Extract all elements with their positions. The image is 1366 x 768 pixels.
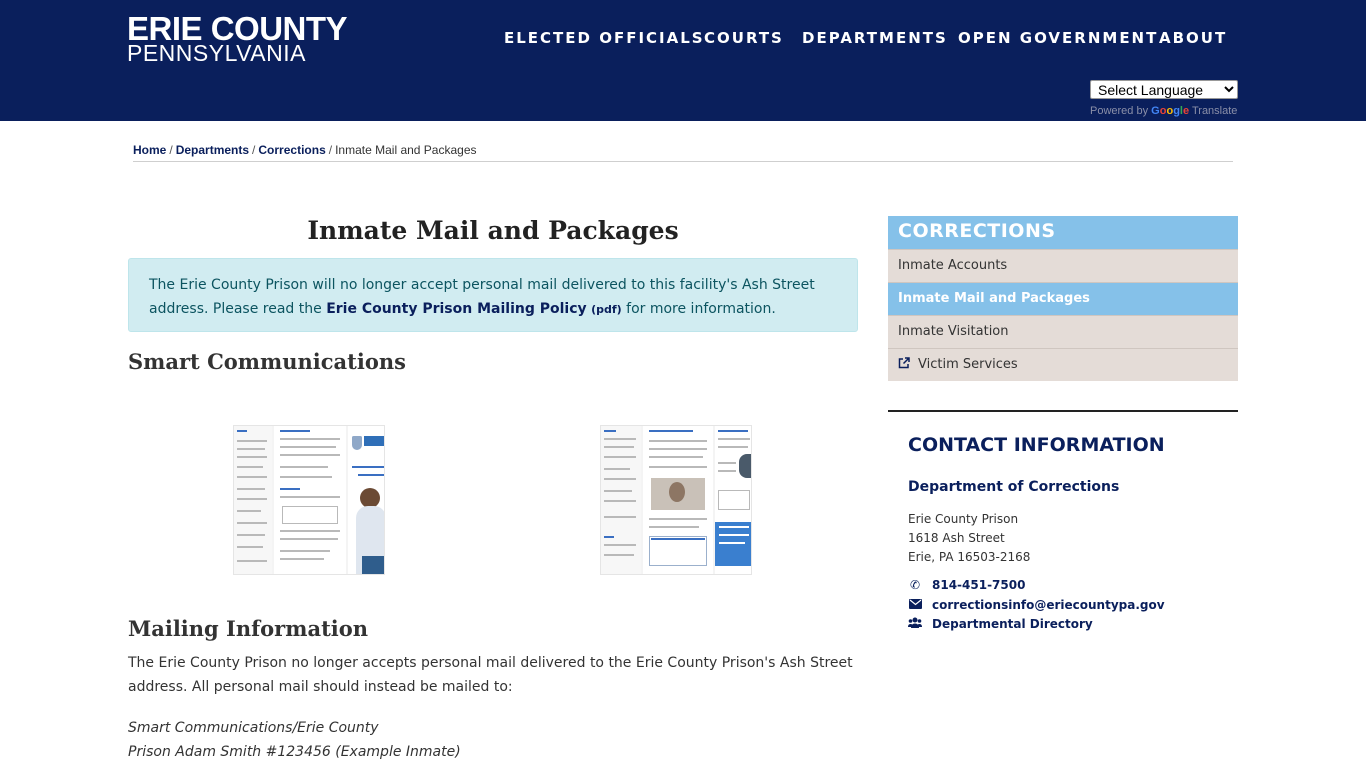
- nav-elected-officials[interactable]: ELECTED OFFICIALS: [504, 29, 705, 47]
- external-link-icon: [898, 357, 910, 369]
- breadcrumb-current: Inmate Mail and Packages: [335, 143, 477, 157]
- sidebar-item-victim-services[interactable]: Victim Services: [888, 348, 1238, 381]
- sidebar-item-inmate-accounts[interactable]: Inmate Accounts: [888, 249, 1238, 282]
- sidebar-item-label: Inmate Mail and Packages: [898, 291, 1090, 306]
- sidebar-divider: [888, 410, 1238, 412]
- nav-about[interactable]: ABOUT: [1159, 29, 1227, 47]
- google-logo: Google: [1151, 105, 1190, 117]
- contact-address-line: Erie, PA 16503-2168: [908, 550, 1031, 564]
- brochure-panel: [715, 426, 751, 574]
- nav-departments[interactable]: DEPARTMENTS: [802, 29, 948, 47]
- mailing-address-line: Smart Communications/Erie County: [128, 720, 379, 736]
- contact-address-line: Erie County Prison: [908, 512, 1019, 526]
- brochure-panel: [234, 426, 272, 574]
- powered-by-text: Powered by: [1090, 105, 1149, 117]
- alert-text-end: for more information.: [621, 301, 776, 317]
- brochure-cover: [348, 426, 384, 574]
- mailing-information-heading: Mailing Information: [128, 616, 369, 641]
- brochure-panel: [643, 426, 713, 574]
- nav-courts[interactable]: COURTS: [704, 29, 784, 47]
- brochure-image-back[interactable]: [600, 425, 752, 575]
- envelope-icon: [908, 598, 922, 612]
- breadcrumb-separator: /: [169, 143, 173, 157]
- sidebar-item-inmate-mail[interactable]: Inmate Mail and Packages: [888, 282, 1238, 315]
- contact-directory[interactable]: Departmental Directory: [908, 617, 1093, 631]
- language-select[interactable]: Select Language: [1090, 80, 1238, 99]
- contact-email[interactable]: correctionsinfo@eriecountypa.gov: [908, 598, 1165, 612]
- sidebar-item-label: Inmate Visitation: [898, 324, 1009, 339]
- breadcrumb-separator: /: [328, 143, 333, 157]
- phone-number: 814-451-7500: [932, 578, 1026, 592]
- nav-open-government[interactable]: OPEN GOVERNMENT: [958, 29, 1158, 47]
- department-name: Department of Corrections: [908, 479, 1120, 495]
- sidebar-heading[interactable]: CORRECTIONS: [888, 216, 1238, 249]
- site-header: ERIE COUNTY PENNSYLVANIA ELECTED OFFICIA…: [0, 0, 1366, 121]
- mailing-address: Smart Communications/Erie County Prison …: [128, 716, 858, 764]
- brochure-image-front[interactable]: [233, 425, 385, 575]
- directory-link: Departmental Directory: [932, 617, 1093, 631]
- brochure-panel: [274, 426, 346, 574]
- contact-information-heading: CONTACT INFORMATION: [908, 434, 1165, 456]
- mailing-policy-link[interactable]: Erie County Prison Mailing Policy: [326, 301, 586, 317]
- sidebar-item-inmate-visitation[interactable]: Inmate Visitation: [888, 315, 1238, 348]
- breadcrumb-departments[interactable]: Departments: [176, 143, 249, 157]
- brochure-panel: [601, 426, 641, 574]
- breadcrumb-separator: /: [252, 143, 256, 157]
- translate-link[interactable]: Translate: [1192, 105, 1237, 117]
- email-address: correctionsinfo@eriecountypa.gov: [932, 598, 1165, 612]
- sidebar-item-label: Inmate Accounts: [898, 258, 1008, 273]
- sidebar-item-label: Victim Services: [918, 357, 1018, 372]
- contact-phone[interactable]: ✆ 814-451-7500: [908, 578, 1026, 592]
- contact-address-line: 1618 Ash Street: [908, 531, 1005, 545]
- contact-address: Erie County Prison 1618 Ash Street Erie,…: [908, 510, 1030, 567]
- smart-communications-heading: Smart Communications: [128, 349, 406, 374]
- phone-icon: ✆: [909, 578, 921, 592]
- mailing-info-paragraph: The Erie County Prison no longer accepts…: [128, 655, 853, 695]
- breadcrumb-corrections[interactable]: Corrections: [258, 143, 325, 157]
- pdf-label: (pdf): [591, 303, 622, 316]
- breadcrumb-home[interactable]: Home: [133, 143, 166, 157]
- mailing-address-line: Prison Adam Smith #123456 (Example Inmat…: [128, 744, 461, 760]
- breadcrumb: Home / Departments / Corrections / Inmate Mail…: [133, 143, 1233, 162]
- google-translate-attribution: Powered by Google Translate: [1090, 105, 1237, 117]
- users-icon: [908, 617, 922, 631]
- page-title: Inmate Mail and Packages: [307, 216, 679, 245]
- main-nav: ELECTED OFFICIALS COURTS DEPARTMENTS OPE…: [0, 29, 1366, 49]
- notice-alert: The Erie County Prison will no longer ac…: [128, 258, 858, 332]
